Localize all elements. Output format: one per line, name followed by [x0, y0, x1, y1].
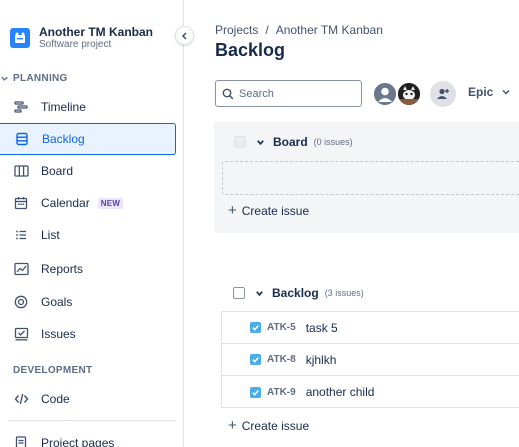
default-user-icon [374, 83, 396, 105]
plus-icon: + [228, 417, 237, 434]
page-title: Backlog [215, 40, 286, 60]
board-section-title: Board [273, 135, 308, 149]
chevron-down-icon[interactable] [256, 138, 265, 147]
issue-summary[interactable]: task 5 [306, 321, 338, 335]
issue-row[interactable]: ATK-8 kjhlkh [222, 344, 519, 376]
issue-row[interactable]: ATK-5 task 5 [222, 312, 519, 344]
sidebar-item-label: Code [41, 392, 70, 406]
search-box[interactable] [215, 80, 362, 107]
sidebar-item-label: Backlog [42, 132, 85, 146]
chevron-down-icon[interactable] [255, 289, 264, 298]
project-name: Another TM Kanban [39, 25, 153, 39]
issue-key[interactable]: ATK-8 [267, 354, 296, 365]
add-person-icon [437, 88, 449, 99]
sidebar-item-goals[interactable]: Goals [0, 286, 176, 318]
backlog-section-header[interactable]: Backlog (3 issues) [233, 286, 364, 300]
reports-icon [13, 261, 29, 277]
backlog-issue-count: (3 issues) [324, 288, 364, 298]
chevron-down-icon [1, 76, 8, 81]
sidebar-item-backlog[interactable]: Backlog [0, 123, 176, 155]
search-icon [222, 88, 234, 99]
chevron-left-icon [181, 31, 187, 40]
timeline-icon [13, 99, 29, 115]
sidebar-item-project-pages[interactable]: Project pages [0, 427, 176, 447]
plus-icon: + [228, 202, 237, 219]
add-people-button[interactable] [430, 81, 456, 107]
sidebar-item-board[interactable]: Board [0, 155, 176, 187]
breadcrumb-separator: / [265, 23, 269, 37]
collapse-sidebar-button[interactable] [175, 26, 194, 45]
create-issue-button[interactable]: + Create issue [228, 417, 309, 434]
sidebar-item-label: Issues [41, 327, 76, 341]
sidebar-item-calendar[interactable]: Calendar NEW [0, 187, 176, 219]
board-icon [13, 163, 29, 179]
create-issue-button[interactable]: + Create issue [228, 202, 309, 219]
backlog-section-title: Backlog [272, 286, 319, 300]
breadcrumb: Projects / Another TM Kanban [215, 23, 383, 37]
list-icon [13, 227, 29, 243]
empty-board-dropzone [222, 161, 519, 195]
sidebar-item-label: Board [41, 164, 74, 178]
new-badge: NEW [97, 197, 124, 209]
sidebar-item-label: List [41, 228, 60, 242]
backlog-issue-list: ATK-5 task 5 ATK-8 kjhlkh ATK-9 another … [221, 311, 519, 408]
cat-photo-avatar [398, 83, 420, 105]
calendar-icon [13, 195, 29, 211]
backlog-select-checkbox[interactable] [233, 287, 245, 299]
issue-summary[interactable]: kjhlkh [306, 353, 337, 367]
sidebar-item-code[interactable]: Code [0, 383, 176, 415]
board-issue-count: (0 issues) [313, 137, 353, 147]
sidebar-item-timeline[interactable]: Timeline [0, 91, 176, 123]
sidebar-item-label: Goals [41, 295, 73, 309]
breadcrumb-project-link[interactable]: Another TM Kanban [276, 23, 383, 37]
planning-heading-label: PLANNING [13, 73, 68, 84]
chevron-down-icon [502, 89, 510, 95]
main-content: Projects / Another TM Kanban Backlog Epi… [185, 0, 519, 447]
sidebar-item-label: Project pages [41, 436, 115, 447]
planning-heading[interactable]: PLANNING [0, 73, 68, 84]
project-type: Software project [39, 39, 112, 50]
issue-key[interactable]: ATK-9 [267, 387, 296, 398]
breadcrumb-projects-link[interactable]: Projects [215, 23, 258, 37]
goals-icon [13, 294, 29, 310]
user-avatar[interactable] [396, 81, 422, 107]
epic-filter-button[interactable]: Epic [468, 85, 511, 99]
board-section-header[interactable]: Board (0 issues) [234, 135, 353, 149]
project-header[interactable]: Another TM Kanban Software project [10, 25, 153, 51]
sidebar-item-reports[interactable]: Reports [0, 253, 176, 285]
sidebar-item-label: Calendar [41, 196, 90, 210]
development-heading: DEVELOPMENT [13, 365, 92, 376]
board-select-checkbox [234, 136, 246, 148]
code-icon [13, 391, 29, 407]
backlog-icon [14, 131, 30, 147]
user-avatar[interactable] [372, 81, 398, 107]
issue-summary[interactable]: another child [306, 385, 375, 399]
sidebar-item-label: Reports [41, 262, 84, 276]
sidebar-item-label: Timeline [41, 100, 86, 114]
development-heading-label: DEVELOPMENT [13, 365, 93, 376]
task-type-icon [250, 322, 261, 333]
epic-filter-label: Epic [468, 85, 494, 99]
task-type-icon [250, 354, 261, 365]
issue-key[interactable]: ATK-5 [267, 322, 296, 333]
sidebar-item-list[interactable]: List [0, 219, 176, 251]
sidebar-divider [8, 420, 176, 421]
pages-icon [13, 435, 29, 447]
search-input[interactable] [239, 87, 349, 100]
create-issue-label: Create issue [241, 203, 310, 218]
sidebar: Another TM Kanban Software project PLANN… [0, 0, 184, 447]
sidebar-item-issues[interactable]: Issues [0, 318, 176, 350]
create-issue-label: Create issue [241, 418, 310, 433]
board-sprint-section: Board (0 issues) + Create issue [214, 121, 519, 233]
issue-row[interactable]: ATK-9 another child [222, 376, 519, 408]
project-avatar-icon [10, 28, 30, 48]
task-type-icon [250, 386, 261, 398]
issues-icon [13, 326, 29, 342]
